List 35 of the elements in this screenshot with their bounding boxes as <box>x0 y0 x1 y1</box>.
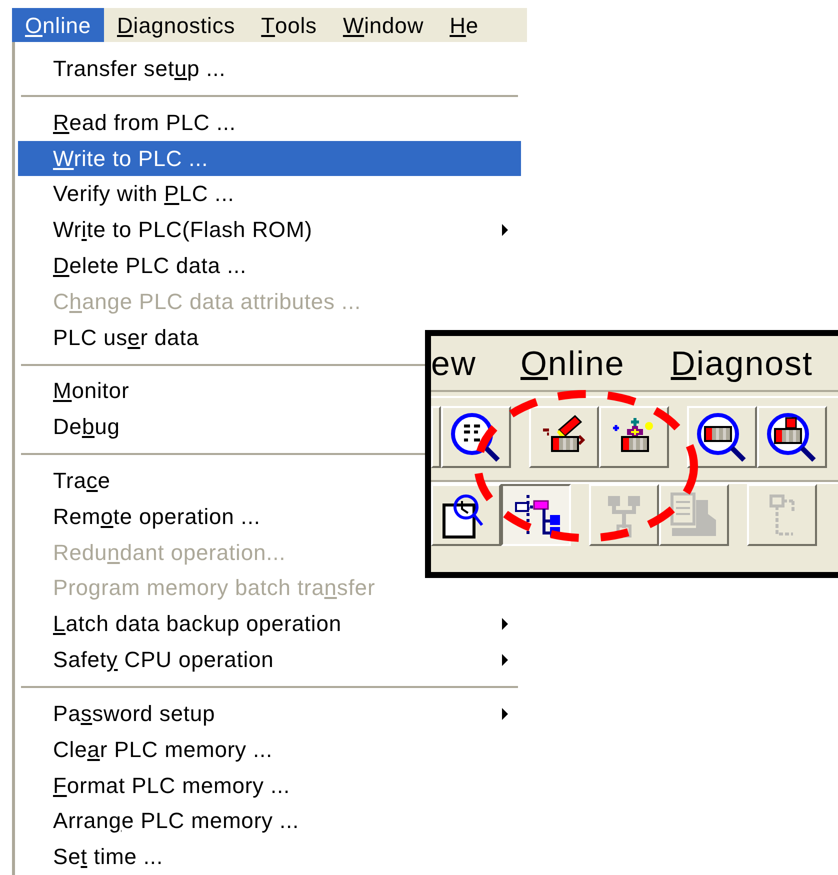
submenu-arrow-icon <box>501 653 509 668</box>
submenu-arrow-icon <box>501 706 509 721</box>
menu-bar-item[interactable]: Window <box>330 8 437 42</box>
toolbar-button[interactable] <box>501 484 571 546</box>
menu-bar-item[interactable]: Tools <box>248 8 330 42</box>
menu-item[interactable]: Set time ... <box>18 839 175 875</box>
device-monitor-icon <box>766 412 818 462</box>
menu-item[interactable]: Arrange PLC memory ... <box>18 803 311 840</box>
menu-bar-item[interactable]: ew <box>431 344 520 384</box>
menu-item[interactable]: Read from PLC ... <box>18 104 248 141</box>
menu-item[interactable]: Remote operation ... <box>18 498 272 535</box>
menu-item[interactable]: Password setup <box>18 696 521 732</box>
menu-item[interactable]: Debug <box>18 409 132 446</box>
menu-bar-item[interactable]: He <box>436 8 492 42</box>
menu-item[interactable]: Delete PLC data ... <box>18 248 258 284</box>
menu-item[interactable]: Write to PLC ... <box>18 140 521 176</box>
menu-bar-item[interactable]: Diagnostics <box>104 8 248 42</box>
menu-item[interactable]: Format PLC memory ... <box>18 768 302 804</box>
menu-item[interactable]: Clear PLC memory ... <box>18 732 285 768</box>
menu-bar-item[interactable]: Online <box>12 8 104 42</box>
submenu-arrow-icon <box>501 223 509 238</box>
magnifier-icon <box>450 412 502 462</box>
menu-item[interactable]: Trace <box>18 463 122 499</box>
menu-item[interactable]: Transfer setup ... <box>18 51 238 87</box>
menu-item[interactable]: Safety CPU operation <box>18 642 521 678</box>
device-monitor-icon <box>696 412 748 462</box>
menu-item[interactable]: Write to PLC(Flash ROM) <box>18 212 521 248</box>
submenu-arrow-icon <box>501 617 509 632</box>
ladder-diagram-icon <box>767 492 797 538</box>
menu-item[interactable]: Monitor <box>18 374 142 410</box>
menu-bar-item[interactable]: Diagnost <box>670 344 838 384</box>
menu-bar-item[interactable]: Online <box>520 344 671 384</box>
menu-item[interactable]: Latch data backup operation <box>18 606 521 642</box>
menu-item[interactable]: Verify with PLC ... <box>18 176 246 212</box>
menu-item[interactable]: PLC user data <box>18 320 211 356</box>
